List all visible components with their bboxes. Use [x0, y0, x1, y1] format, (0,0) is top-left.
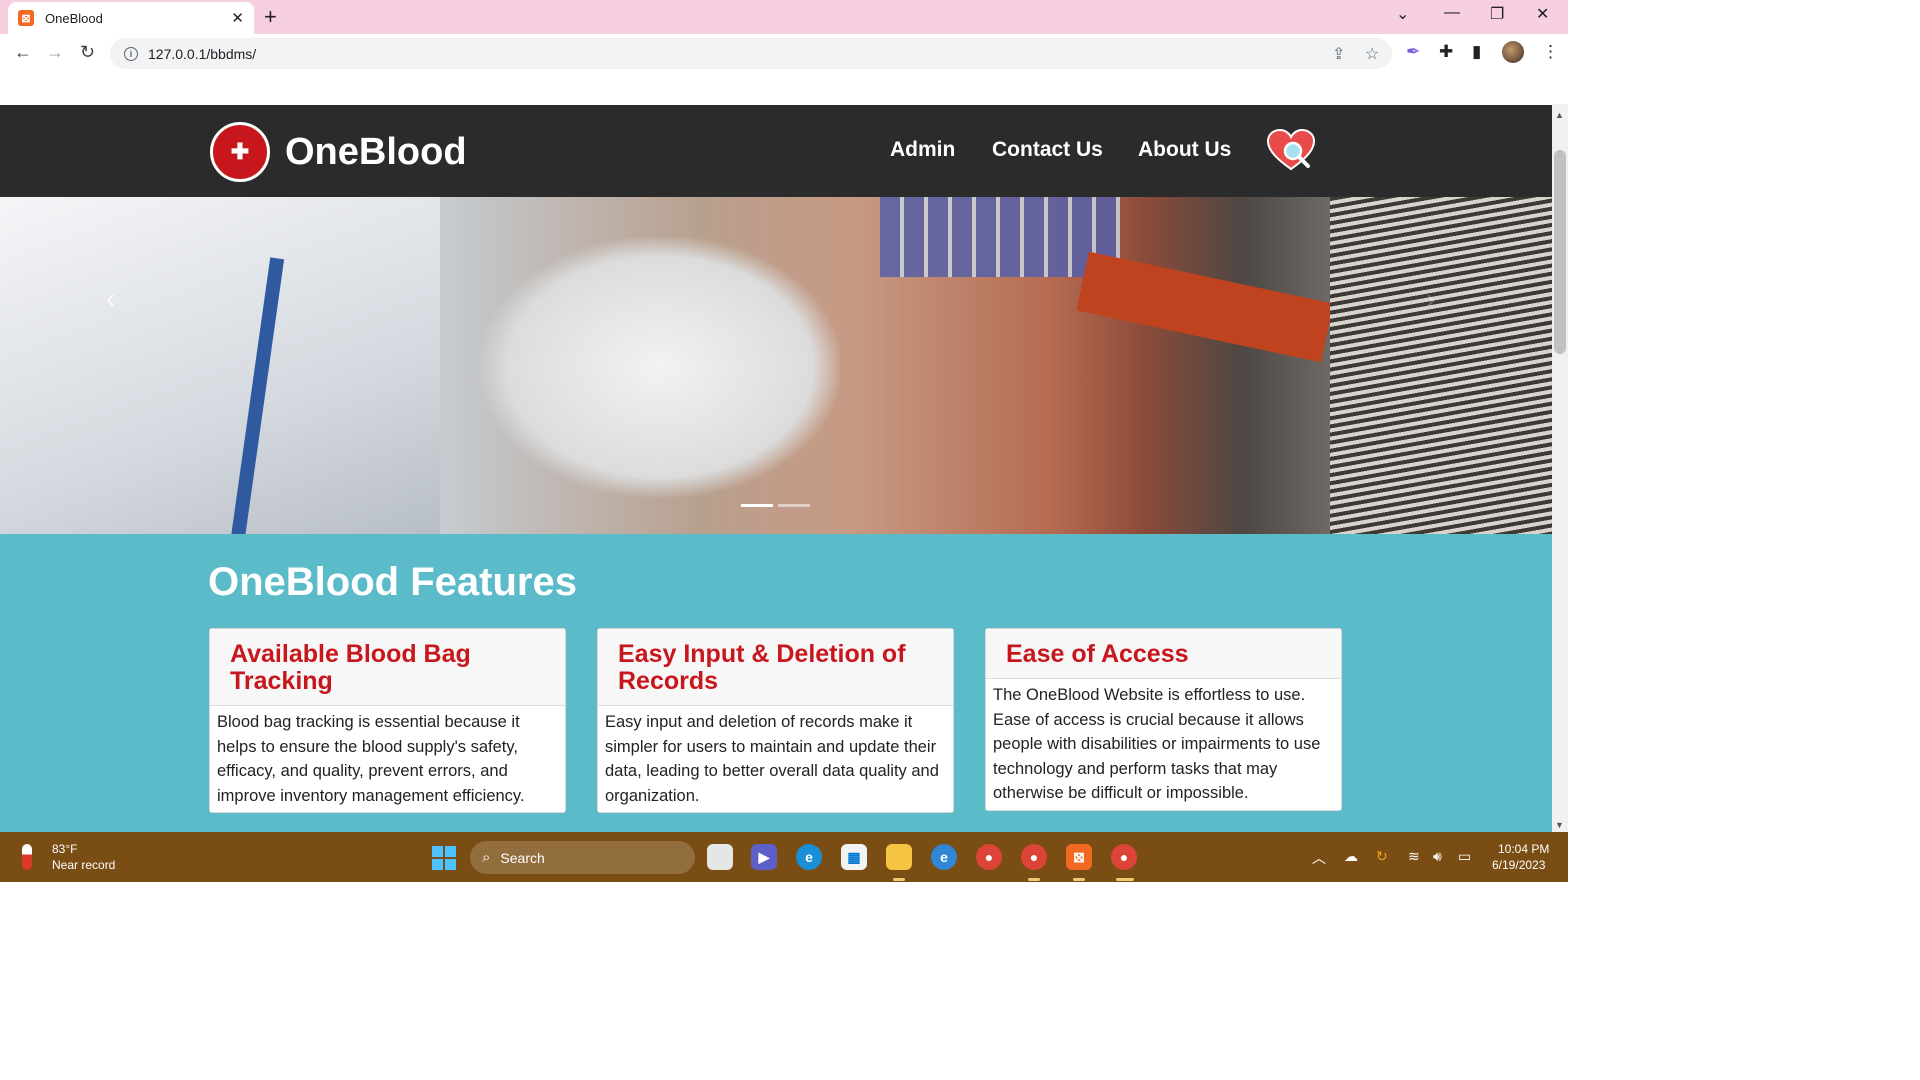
xampp-icon[interactable]: ⊠	[1066, 844, 1092, 870]
carousel-indicator-2[interactable]	[778, 504, 810, 507]
volume-icon[interactable]: 🔊︎	[1433, 848, 1442, 865]
xampp-favicon-icon: ⊠	[18, 10, 34, 26]
hero-carousel: ‹ ›	[0, 197, 1552, 534]
url-text: 127.0.0.1/bbdms/	[148, 45, 257, 62]
medical-cross-icon: ✚	[230, 139, 250, 164]
profile-avatar[interactable]	[1502, 41, 1524, 63]
page-viewport: ✚ OneBlood Admin Contact Us About Us ‹ ›…	[0, 74, 1552, 832]
feature-card-header: Available Blood Bag Tracking	[210, 629, 565, 706]
page-scrollbar-thumb[interactable]	[1554, 150, 1566, 354]
sync-icon[interactable]: ↻	[1376, 848, 1388, 865]
edge-icon[interactable]: e	[796, 844, 822, 870]
features-title: OneBlood Features	[208, 560, 577, 604]
extensions-puzzle-icon[interactable]: ✚	[1439, 42, 1453, 62]
features-section: OneBlood Features Available Blood Bag Tr…	[0, 534, 1552, 832]
new-tab-icon[interactable]: +	[264, 6, 277, 28]
carousel-prev-icon[interactable]: ‹	[106, 283, 115, 315]
chrome-profile-icon[interactable]: ●	[1021, 844, 1047, 870]
forward-icon[interactable]: →	[46, 42, 64, 63]
hero-image-glove	[480, 237, 840, 497]
site-navbar: ✚ OneBlood Admin Contact Us About Us	[0, 105, 1552, 197]
active-indicator	[1028, 878, 1040, 881]
feature-card-header: Easy Input & Deletion of Records	[598, 629, 953, 706]
clock-time[interactable]: 10:04 PM	[1498, 842, 1549, 856]
extension-feather-icon[interactable]: ✒	[1406, 42, 1420, 62]
file-explorer-icon[interactable]	[886, 844, 912, 870]
active-indicator	[893, 878, 905, 881]
hero-image-tubes	[880, 197, 1120, 277]
feature-card-body: The OneBlood Website is effortless to us…	[993, 686, 1321, 802]
feature-card-title: Ease of Access	[1006, 640, 1189, 668]
back-icon[interactable]: ←	[14, 42, 32, 63]
windows-taskbar: 83°F Near record ⌕ Search ▶ e ▦ e ● ● ⊠ …	[0, 832, 1568, 882]
scroll-up-icon[interactable]: ▲	[1555, 110, 1564, 120]
reload-icon[interactable]: ↻	[80, 42, 95, 63]
thermometer-icon[interactable]	[22, 844, 32, 870]
restore-icon[interactable]: ❐	[1490, 4, 1504, 24]
browser-tab[interactable]: ⊠ OneBlood ✕	[8, 2, 254, 34]
feature-card-body: Easy input and deletion of records make …	[605, 713, 939, 805]
tray-chevron-icon[interactable]: ︿	[1312, 848, 1326, 868]
teams-chat-icon[interactable]: ▶	[751, 844, 777, 870]
task-view-icon[interactable]	[707, 844, 733, 870]
feature-card: Available Blood Bag Tracking Blood bag t…	[209, 628, 566, 813]
weather-desc[interactable]: Near record	[52, 858, 115, 872]
chrome-icon[interactable]: ●	[976, 844, 1002, 870]
heart-search-icon[interactable]	[1266, 129, 1316, 173]
tab-search-chevron-icon[interactable]: ⌄	[1396, 4, 1409, 24]
site-info-icon[interactable]: i	[124, 46, 138, 61]
taskbar-search[interactable]: ⌕ Search	[470, 841, 695, 874]
active-indicator	[1116, 878, 1134, 881]
battery-icon[interactable]: ▭	[1458, 848, 1471, 865]
hero-image-coat	[0, 197, 440, 534]
internet-explorer-icon[interactable]: e	[931, 844, 957, 870]
scroll-down-icon[interactable]: ▼	[1555, 820, 1564, 830]
browser-menu-icon[interactable]: ⋮	[1542, 42, 1559, 62]
feature-card: Ease of Access The OneBlood Website is e…	[985, 628, 1342, 811]
active-indicator	[1073, 878, 1085, 881]
tab-title: OneBlood	[45, 10, 103, 26]
close-window-icon[interactable]: ✕	[1536, 4, 1549, 24]
nav-about-link[interactable]: About Us	[1138, 138, 1231, 162]
minimize-icon[interactable]: —	[1444, 4, 1460, 22]
windows-start-icon[interactable]	[432, 846, 456, 870]
clock-date[interactable]: 6/19/2023	[1492, 858, 1545, 872]
store-icon[interactable]: ▦	[841, 844, 867, 870]
hero-image-tourniquet	[1076, 251, 1334, 363]
weather-temp[interactable]: 83°F	[52, 842, 77, 856]
search-icon: ⌕	[482, 849, 491, 866]
feature-card-body: Blood bag tracking is essential because …	[217, 713, 525, 805]
feature-card-title: Available Blood Bag Tracking	[230, 640, 471, 695]
site-brand[interactable]: OneBlood	[285, 131, 467, 174]
share-icon[interactable]: ⇪	[1332, 44, 1345, 64]
side-panel-icon[interactable]: ▮	[1472, 42, 1481, 62]
hero-image-sweater	[1330, 197, 1552, 534]
bookmark-star-icon[interactable]: ☆	[1365, 44, 1379, 64]
taskbar-search-label: Search	[500, 849, 545, 866]
oneblood-logo-icon[interactable]: ✚	[210, 122, 270, 182]
tab-close-icon[interactable]: ✕	[231, 9, 244, 27]
address-bar[interactable]: i 127.0.0.1/bbdms/ ⇪ ☆	[110, 38, 1392, 69]
onedrive-cloud-icon[interactable]: ☁	[1344, 848, 1358, 865]
feature-card-header: Ease of Access	[986, 629, 1341, 679]
nav-contact-link[interactable]: Contact Us	[992, 138, 1103, 162]
wifi-icon[interactable]: ≋	[1408, 848, 1420, 865]
carousel-indicator-1[interactable]	[741, 504, 773, 507]
browser-tab-bar: ⊠ OneBlood ✕ + ⌄ — ❐ ✕	[0, 0, 1568, 34]
feature-card: Easy Input & Deletion of Records Easy in…	[597, 628, 954, 813]
nav-admin-link[interactable]: Admin	[890, 138, 955, 162]
feature-card-title: Easy Input & Deletion of Records	[618, 640, 906, 695]
browser-toolbar: ← → ↻ i 127.0.0.1/bbdms/ ⇪ ☆	[0, 34, 1568, 74]
carousel-next-icon[interactable]: ›	[1426, 283, 1435, 315]
chrome-active-icon[interactable]: ●	[1111, 844, 1137, 870]
